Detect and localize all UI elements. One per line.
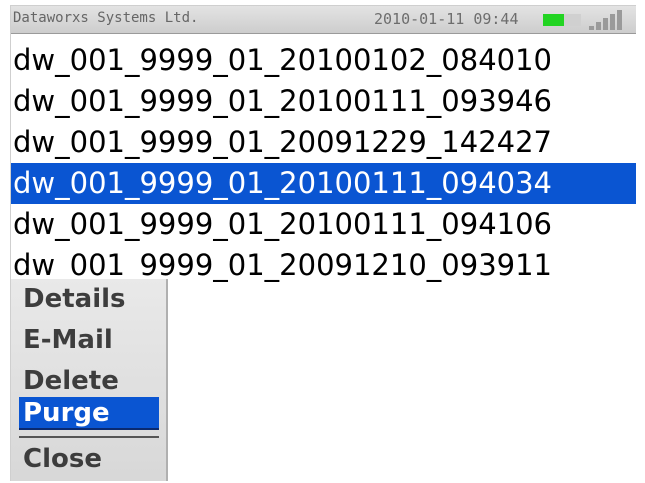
battery-icon (543, 14, 581, 26)
file-row[interactable]: dw_001_9999_01_20100111_094034 (11, 163, 636, 204)
file-name: dw_001_9999_01_20100111_094106 (13, 207, 552, 241)
signal-bars-icon (589, 10, 629, 30)
context-menu: Details E-Mail Delete Purge Close (11, 279, 168, 481)
status-bar: Dataworxs Systems Ltd. 2010-01-11 09:44 (11, 6, 636, 34)
file-row[interactable]: dw_001_9999_01_20100111_093946 (11, 81, 636, 122)
menu-item-close[interactable]: Close (19, 443, 159, 476)
file-name: dw_001_9999_01_20091229_142427 (13, 125, 552, 159)
file-name: dw_001_9999_01_20100102_084010 (13, 43, 552, 77)
file-row[interactable]: dw_001_9999_01_20100111_094106 (11, 204, 636, 245)
file-row[interactable]: dw_001_9999_01_20100102_084010 (11, 40, 636, 81)
file-name: dw_001_9999_01_20100111_094034 (13, 166, 552, 200)
menu-separator (19, 436, 159, 438)
menu-item-email[interactable]: E-Mail (19, 324, 159, 357)
menu-item-delete[interactable]: Delete (19, 365, 159, 398)
file-name: dw_001_9999_01_20100111_093946 (13, 84, 552, 118)
battery-level (543, 14, 564, 26)
file-list: dw_001_9999_01_20100102_084010 dw_001_99… (11, 40, 636, 286)
file-row[interactable]: dw_001_9999_01_20091229_142427 (11, 122, 636, 163)
clock: 2010-01-11 09:44 (374, 10, 519, 28)
menu-item-details[interactable]: Details (19, 283, 159, 316)
device-screen: Dataworxs Systems Ltd. 2010-01-11 09:44 … (10, 5, 636, 481)
menu-item-purge[interactable]: Purge (19, 397, 159, 430)
file-name: dw_001_9999_01_20091210_093911 (13, 248, 552, 282)
company-name: Dataworxs Systems Ltd. (13, 10, 199, 26)
